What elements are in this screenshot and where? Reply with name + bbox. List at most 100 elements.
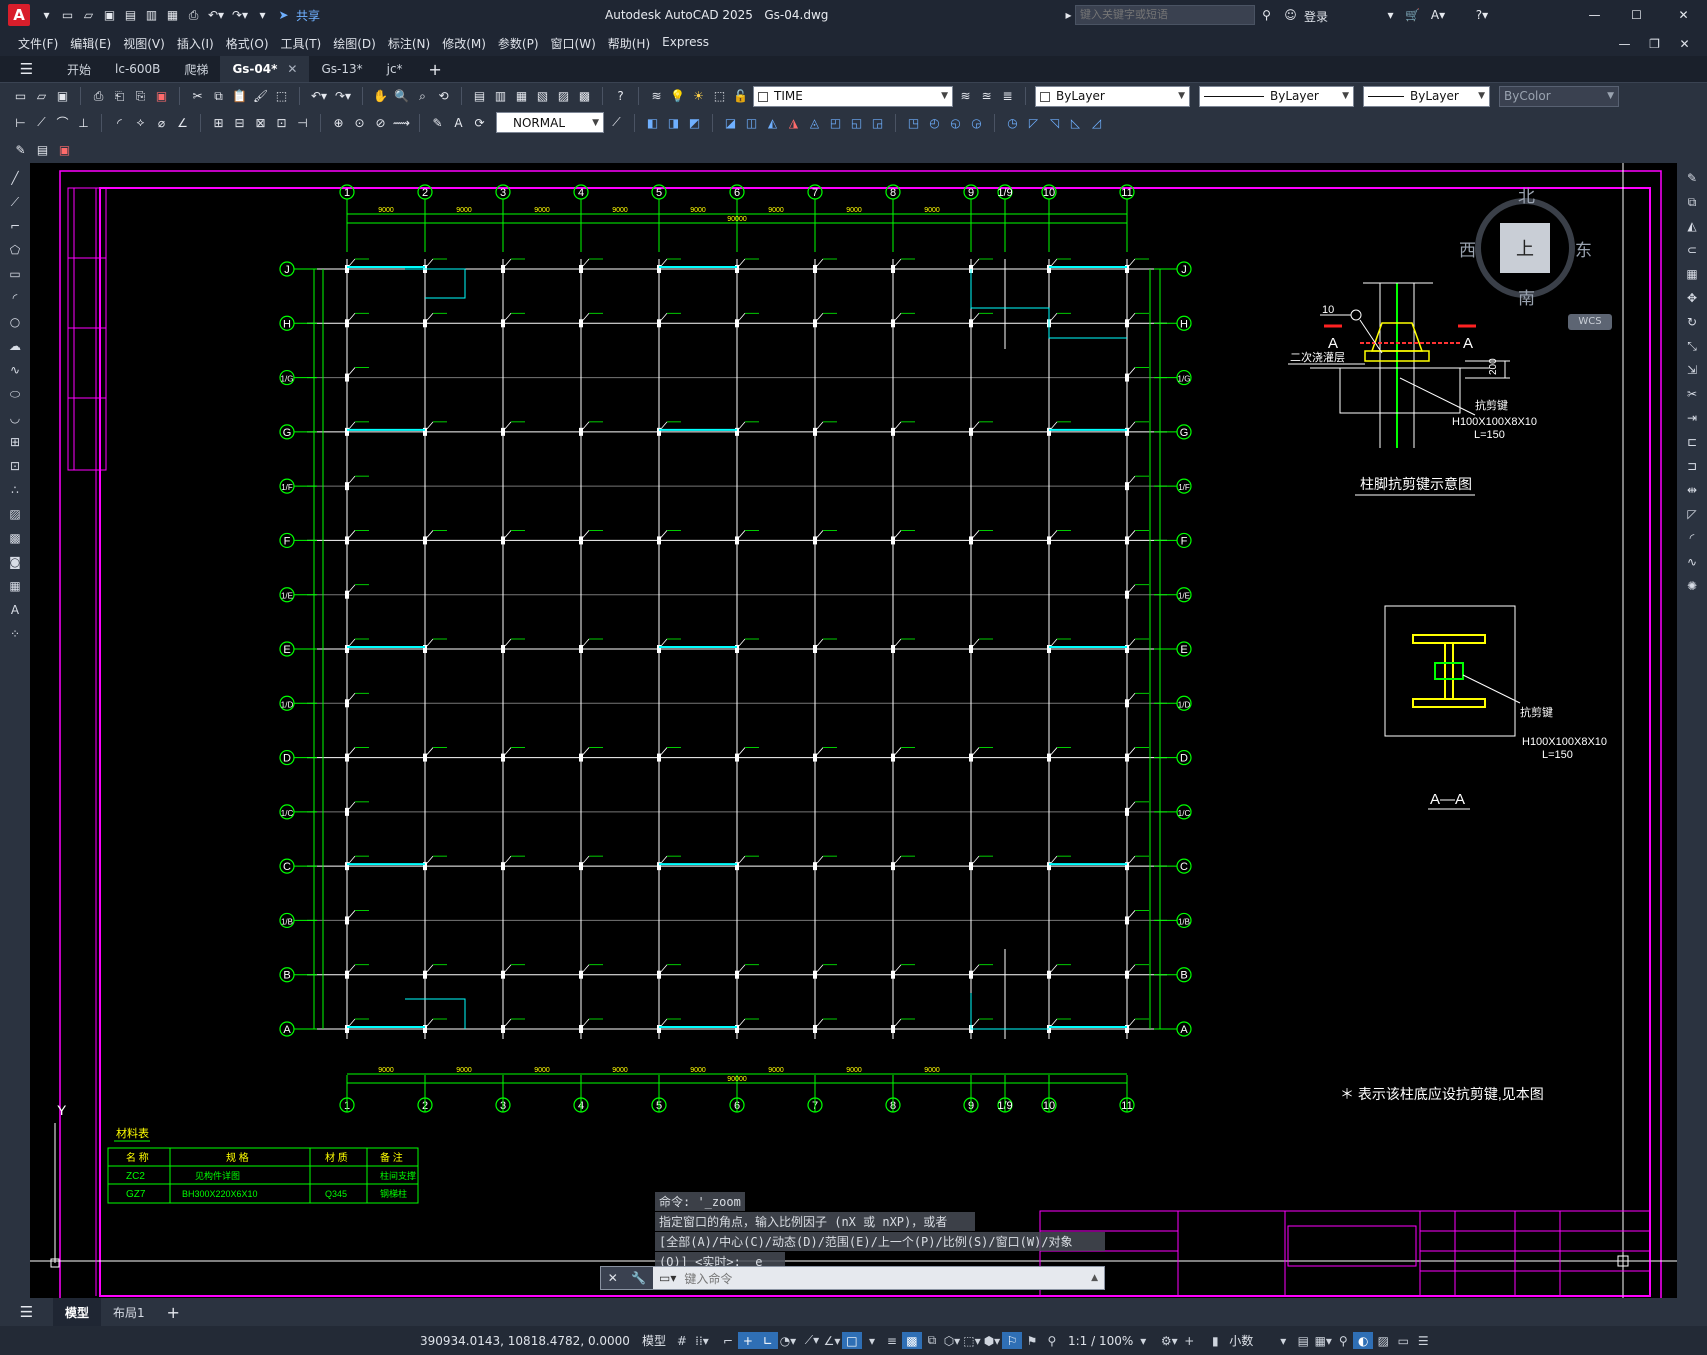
add-selected-icon[interactable]: ⁘ — [6, 625, 24, 643]
command-input[interactable]: 键入命令 — [684, 1270, 732, 1287]
dim-update-icon[interactable]: ⟳ — [471, 114, 488, 131]
mtext-icon[interactable]: A — [6, 601, 24, 619]
dropdown-icon[interactable]: ▾ — [38, 7, 55, 24]
hatch-icon[interactable]: ▨ — [6, 505, 24, 523]
break-icon[interactable]: ⊐ — [1683, 457, 1701, 475]
tab-jc[interactable]: jc* — [375, 56, 415, 82]
menu-insert[interactable]: 插入(I) — [177, 35, 214, 52]
pan-icon[interactable]: ✋ — [372, 88, 389, 105]
paste-icon[interactable]: 📋 — [231, 88, 248, 105]
polar-tracking-icon[interactable]: ◔▾ — [778, 1332, 798, 1349]
close-icon[interactable]: ✕ — [1675, 6, 1692, 23]
dim-style-icon[interactable]: ⟋ — [608, 114, 625, 131]
dim-ordinate-icon[interactable]: ⊥ — [75, 114, 92, 131]
save-icon[interactable]: ▣ — [101, 7, 118, 24]
dynamic-ucs-icon[interactable]: ⬚▾ — [962, 1332, 982, 1349]
units-value[interactable]: 小数 — [1229, 1332, 1253, 1349]
zoom-window-icon[interactable]: ⌕ — [414, 88, 431, 105]
insert-block-icon[interactable]: ⊞ — [6, 433, 24, 451]
tab-gs-13[interactable]: Gs-13* — [309, 56, 374, 82]
lineweight-combo[interactable]: ByLayer ▼ — [1363, 85, 1490, 107]
command-customize-icon[interactable]: 🔧 — [631, 1271, 646, 1285]
zoom-previous-icon[interactable]: ⟲ — [435, 88, 452, 105]
user-icon[interactable]: ☺ — [1282, 6, 1299, 23]
auto-scale-icon[interactable]: ⚑ — [1022, 1332, 1042, 1349]
grid-icon[interactable]: # — [672, 1332, 692, 1349]
snap-icon[interactable]: ⁞⁞▾ — [692, 1332, 712, 1349]
tolerance-icon[interactable]: ⊕ — [330, 114, 347, 131]
drawing-canvas[interactable]: 1122334455667788991/91/910101111JJHH1/G1… — [30, 163, 1677, 1298]
login-dropdown-icon[interactable]: ▾ — [1382, 6, 1399, 23]
lock-ui-icon[interactable]: ▦▾ — [1313, 1332, 1333, 1349]
make-block-icon[interactable]: ⊡ — [6, 457, 24, 475]
plot-preview-icon[interactable]: ⎗ — [111, 88, 128, 105]
dim-linear-icon[interactable]: ⊢ — [12, 114, 29, 131]
sweep-icon[interactable]: ◭ — [764, 114, 781, 131]
plot-icon[interactable]: ⎙ — [90, 88, 107, 105]
menu-format[interactable]: 格式(O) — [226, 35, 269, 52]
arc-icon[interactable]: ◜ — [6, 289, 24, 307]
menu-modify[interactable]: 修改(M) — [442, 35, 486, 52]
save-as-icon[interactable]: ▤ — [122, 7, 139, 24]
undo-icon[interactable]: ↶▾ — [309, 88, 329, 105]
redo-icon[interactable]: ↷▾ — [333, 88, 353, 105]
annotation-scale-icon[interactable]: ⚲ — [1042, 1332, 1062, 1349]
extrude-icon[interactable]: ◪ — [722, 114, 739, 131]
cart-icon[interactable]: 🛒 — [1404, 6, 1421, 23]
command-close-icon[interactable]: ✕ — [608, 1271, 618, 1285]
mirror-icon[interactable]: ◭ — [1683, 217, 1701, 235]
layer-lock-icon[interactable]: 🔓 — [732, 88, 749, 105]
menu-help[interactable]: 帮助(H) — [608, 35, 650, 52]
model-space-toggle[interactable]: 模型 — [642, 1332, 666, 1349]
dim-baseline-icon[interactable]: ⊟ — [231, 114, 248, 131]
wedge-icon[interactable]: ◨ — [665, 114, 682, 131]
extend-icon[interactable]: ⇥ — [1683, 409, 1701, 427]
menu-tools[interactable]: 工具(T) — [281, 35, 322, 52]
cone-icon[interactable]: ◩ — [686, 114, 703, 131]
region-icon[interactable]: ◙ — [6, 553, 24, 571]
xref-icon[interactable]: ▤ — [34, 141, 51, 158]
annotation-monitor-icon[interactable]: + — [1179, 1332, 1199, 1349]
match-properties-icon[interactable]: 🖌 — [252, 88, 269, 105]
circle-icon[interactable]: ○ — [6, 313, 24, 331]
dim-jogged-icon[interactable]: ⟡ — [132, 114, 149, 131]
layer-freeze-icon[interactable]: ☀ — [690, 88, 707, 105]
shell-icon[interactable]: ◷ — [1004, 114, 1021, 131]
fillet-icon[interactable]: ◜ — [1683, 529, 1701, 547]
menu-express[interactable]: Express — [662, 35, 709, 52]
inspect-icon[interactable]: ⊘ — [372, 114, 389, 131]
clean-icon[interactable]: ◹ — [1046, 114, 1063, 131]
ortho-icon[interactable]: ∟ — [757, 1332, 778, 1349]
offset-icon[interactable]: ⊂ — [1683, 241, 1701, 259]
new-layout-icon[interactable]: + — [165, 1303, 182, 1322]
dynamic-input-icon[interactable]: + — [737, 1332, 758, 1349]
dim-continue-icon[interactable]: ⊠ — [252, 114, 269, 131]
chamfer-icon[interactable]: ◸ — [1683, 505, 1701, 523]
open-web-icon[interactable]: ▥ — [143, 7, 160, 24]
viewcube-face[interactable]: 上 — [1500, 223, 1550, 273]
dim-break-icon[interactable]: ⊣ — [294, 114, 311, 131]
layer-on-icon[interactable]: 💡 — [669, 88, 686, 105]
make-current-icon[interactable]: ≋ — [957, 88, 974, 105]
isometric-icon[interactable]: ⟋▾ — [802, 1332, 822, 1349]
properties-icon[interactable]: ▤ — [471, 88, 488, 105]
save-web-icon[interactable]: ▦ — [164, 7, 181, 24]
presspull-icon[interactable]: ◫ — [743, 114, 760, 131]
open-icon[interactable]: ▱ — [33, 88, 50, 105]
dim-edit-icon[interactable]: ✎ — [429, 114, 446, 131]
layout-menu-icon[interactable]: ☰ — [18, 1303, 35, 1321]
3d-osnap-icon[interactable]: ⬡▾ — [942, 1332, 962, 1349]
erase-icon[interactable]: ✎ — [1683, 169, 1701, 187]
union-icon[interactable]: ◰ — [827, 114, 844, 131]
menu-file[interactable]: 文件(F) — [18, 35, 58, 52]
customization-icon[interactable]: ☰ — [1413, 1332, 1433, 1349]
help-icon[interactable]: ? — [612, 88, 629, 105]
sheet-set-icon[interactable]: ▧ — [534, 88, 551, 105]
viewcube-west[interactable]: 西 — [1459, 236, 1476, 261]
layer-combo[interactable]: TIME ▼ — [753, 85, 953, 107]
viewcube-north[interactable]: 北 — [1518, 182, 1535, 207]
command-expand-icon[interactable]: ▲ — [1091, 1273, 1098, 1283]
annotation-scale-value[interactable]: 1:1 / 100% — [1068, 1334, 1133, 1348]
menu-dimension[interactable]: 标注(N) — [388, 35, 430, 52]
quick-dim-icon[interactable]: ⊞ — [210, 114, 227, 131]
